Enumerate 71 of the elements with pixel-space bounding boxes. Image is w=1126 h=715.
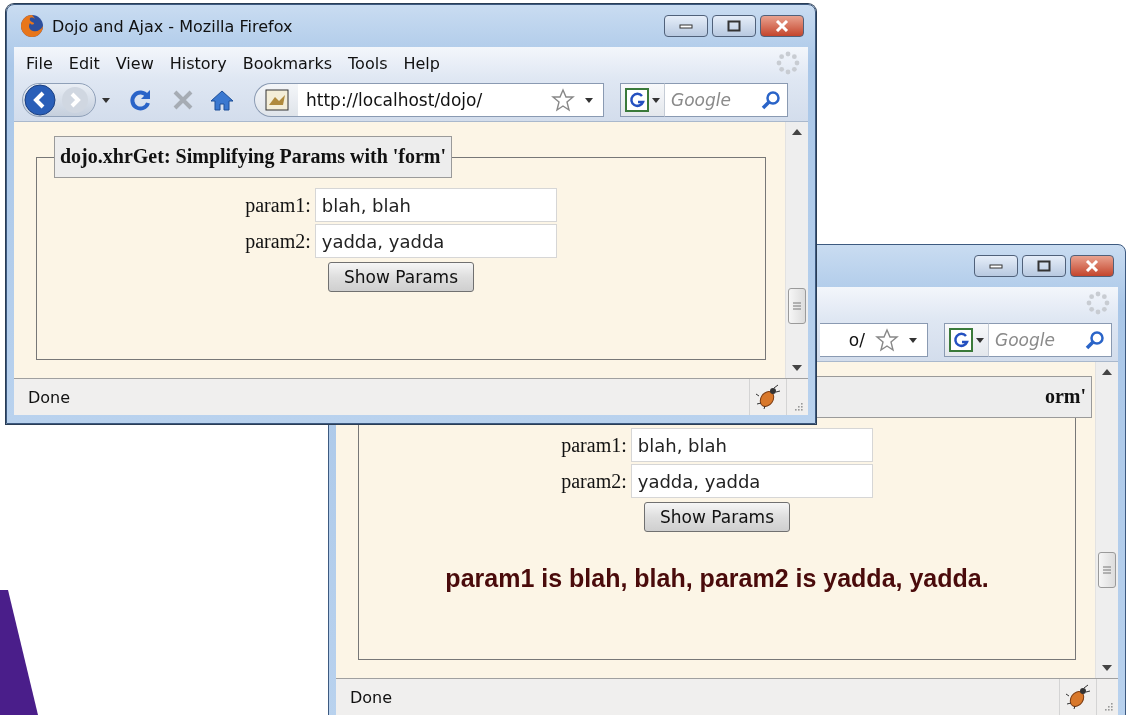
- input-field[interactable]: yadda, yadda: [314, 224, 557, 258]
- field-label: param1:: [245, 193, 311, 217]
- show-params-button[interactable]: Show Params: [328, 262, 474, 292]
- scroll-up-icon[interactable]: [1102, 369, 1112, 375]
- search-engine-button[interactable]: [620, 83, 665, 117]
- maximize-button[interactable]: [712, 15, 756, 37]
- loading-spinner-icon: [776, 51, 800, 75]
- result-message: param1 is blah, blah, param2 is yadda, yadda.: [445, 564, 989, 593]
- url-dropdown-button[interactable]: [905, 323, 928, 357]
- resize-grip-icon[interactable]: [1102, 701, 1113, 711]
- menu-item[interactable]: Bookmarks: [236, 51, 339, 75]
- field-label: param2:: [561, 469, 627, 493]
- search-engine-icon: [949, 328, 973, 352]
- minimize-button[interactable]: [664, 15, 708, 37]
- scroll-thumb[interactable]: [1098, 552, 1116, 588]
- close-icon: [775, 20, 789, 32]
- caret-icon: [909, 337, 917, 343]
- site-identity-button[interactable]: [254, 83, 298, 117]
- input-field[interactable]: blah, blah: [314, 188, 557, 222]
- search-button[interactable]: [755, 83, 788, 117]
- minimize-icon: [679, 23, 693, 29]
- site-icon: [264, 89, 289, 111]
- maximize-icon: [727, 20, 741, 32]
- close-button[interactable]: [760, 15, 804, 37]
- scroll-down-icon[interactable]: [1102, 665, 1112, 671]
- close-icon: [1085, 260, 1099, 272]
- dropdown-caret-icon: [102, 97, 110, 103]
- search-field[interactable]: Google: [665, 83, 755, 117]
- caret-icon: [652, 97, 660, 103]
- menu-item[interactable]: View: [109, 51, 160, 75]
- field-label: param1:: [561, 433, 627, 457]
- field-label: param2:: [245, 229, 311, 253]
- scroll-thumb[interactable]: [788, 288, 806, 324]
- search-engine-icon: [625, 88, 649, 112]
- search-engine-button[interactable]: [944, 323, 989, 357]
- scrollbar[interactable]: [1095, 362, 1118, 678]
- bug-icon[interactable]: [755, 384, 781, 410]
- menu-item[interactable]: Edit: [62, 51, 106, 75]
- scroll-up-icon[interactable]: [792, 129, 802, 135]
- loading-spinner-icon: [1086, 291, 1110, 315]
- show-params-button[interactable]: Show Params: [644, 502, 790, 532]
- bug-icon[interactable]: [1065, 684, 1091, 710]
- back-button[interactable]: [23, 84, 59, 116]
- menu-item[interactable]: Tools: [342, 51, 394, 75]
- url-dropdown-button[interactable]: [581, 83, 604, 117]
- minimize-icon: [989, 263, 1003, 269]
- close-button[interactable]: [1070, 255, 1114, 277]
- search-button[interactable]: [1079, 323, 1112, 357]
- scroll-down-icon[interactable]: [792, 365, 802, 371]
- input-field[interactable]: yadda, yadda: [630, 464, 873, 498]
- resize-grip-icon[interactable]: [792, 401, 803, 411]
- maximize-button[interactable]: [1022, 255, 1066, 277]
- caret-icon: [976, 337, 984, 343]
- status-text: Done: [27, 387, 72, 407]
- search-field[interactable]: Google: [989, 323, 1079, 357]
- window-title: Dojo and Ajax - Mozilla Firefox: [52, 16, 293, 36]
- menu-item[interactable]: History: [163, 51, 233, 75]
- menu-item[interactable]: File: [20, 51, 59, 75]
- browser-logo-icon: [20, 14, 44, 38]
- caret-icon: [585, 97, 593, 103]
- scrollbar[interactable]: [785, 122, 808, 378]
- maximize-icon: [1037, 260, 1051, 272]
- menu-item[interactable]: Help: [397, 51, 446, 75]
- search-icon: [761, 90, 781, 110]
- search-icon: [1085, 330, 1105, 350]
- status-text: Done: [349, 687, 394, 707]
- form-legend: dojo.xhrGet: Simplifying Params with 'form': [54, 136, 453, 178]
- input-field[interactable]: blah, blah: [630, 428, 873, 462]
- address-field[interactable]: o/: [820, 323, 869, 357]
- minimize-button[interactable]: [974, 255, 1018, 277]
- address-field[interactable]: http://localhost/dojo/: [298, 83, 545, 117]
